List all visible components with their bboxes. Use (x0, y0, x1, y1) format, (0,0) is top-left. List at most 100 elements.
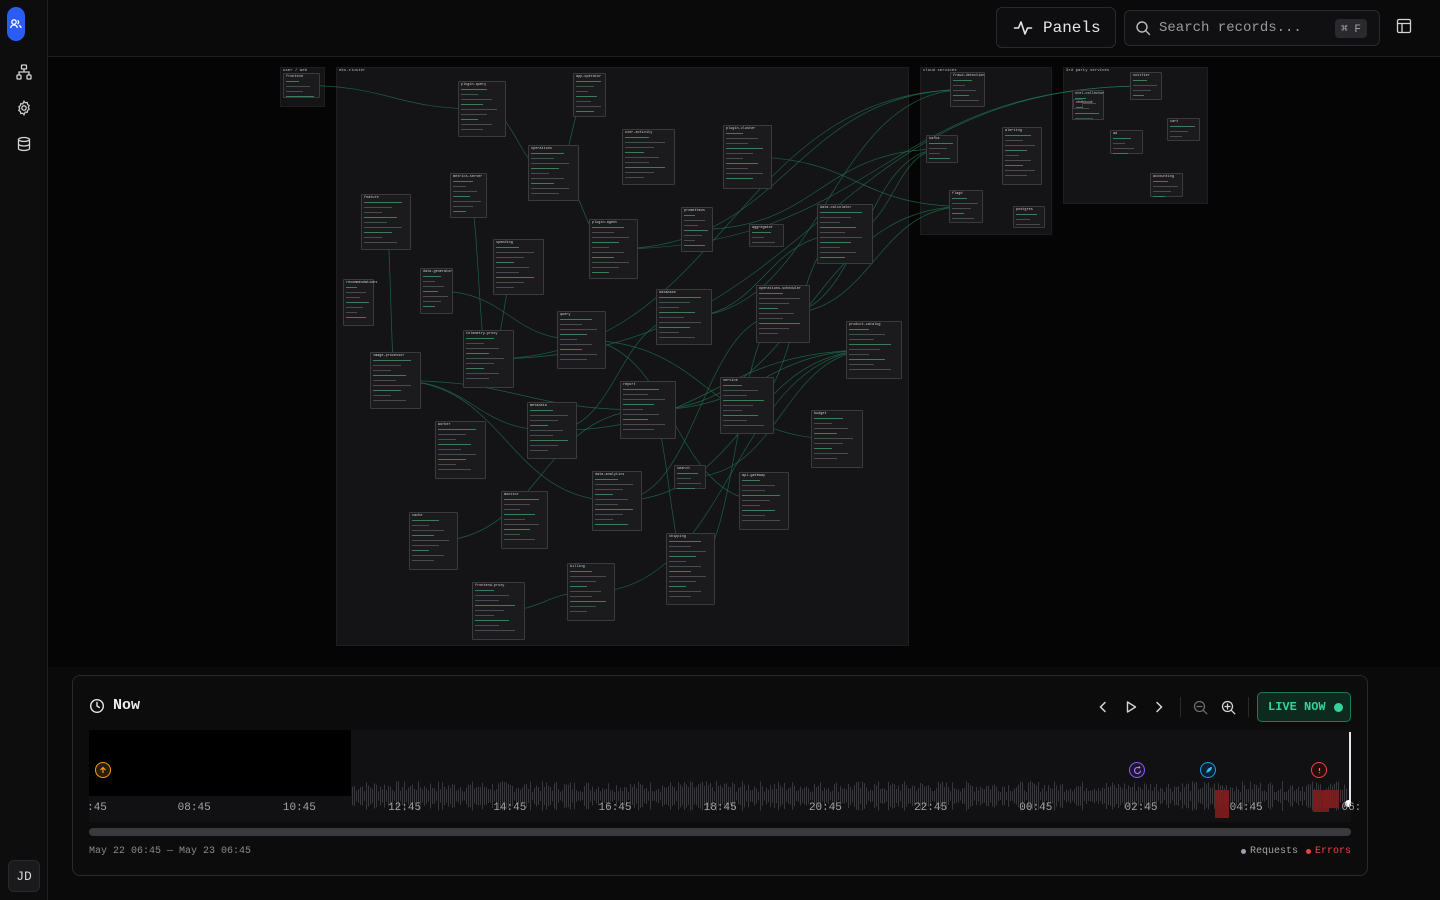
topology-nav-button[interactable] (14, 62, 34, 82)
play-icon (1126, 701, 1137, 713)
play-button[interactable] (1121, 697, 1141, 717)
settings-nav-button[interactable] (14, 98, 34, 118)
database-nav-button[interactable] (14, 134, 34, 154)
time-tick: 04:45 (1229, 802, 1263, 814)
service-node[interactable]: api-gateway (739, 472, 789, 530)
service-node[interactable]: ad (1110, 130, 1143, 154)
service-node[interactable]: recommendations (343, 279, 378, 326)
app-logo[interactable] (7, 7, 25, 41)
time-tick: 22:45 (914, 802, 948, 814)
service-node[interactable]: shipping (666, 533, 715, 605)
service-node[interactable]: kafka (926, 135, 958, 163)
service-node[interactable]: report (620, 381, 676, 439)
service-node[interactable]: flagd (949, 190, 983, 223)
service-node[interactable]: metrics-server (450, 173, 487, 218)
time-axis: :45 08:45 10:45 12:45 14:45 16:45 18:45 20:45 22… (87, 802, 1361, 816)
service-graph[interactable]: user / web eks-cluster cloud services 3rd p… (48, 57, 1440, 667)
service-node-label: otel-collector (1075, 92, 1105, 96)
service-node-label: postgres (1016, 208, 1033, 212)
service-node-label: kafka (929, 137, 940, 141)
service-node[interactable]: spending (493, 239, 544, 295)
topology-canvas[interactable]: user / web eks-cluster cloud services 3rd p… (48, 57, 1440, 667)
service-node[interactable]: image-processor (370, 352, 421, 409)
service-node[interactable]: plugin-query (458, 81, 506, 137)
step-back-button[interactable] (1093, 697, 1113, 717)
deploy-marker-icon[interactable] (95, 762, 111, 778)
sidebar: JD (0, 0, 48, 900)
step-forward-button[interactable] (1149, 697, 1169, 717)
service-node[interactable]: query (557, 311, 606, 369)
service-node[interactable]: data-analytics (592, 471, 642, 531)
search-box[interactable]: ⌘ F (1124, 10, 1380, 46)
service-node-label: metadata (530, 404, 547, 408)
service-node[interactable]: app-operator (573, 73, 606, 117)
service-node-label: notifier (1133, 74, 1150, 78)
legend-errors: Errors (1305, 846, 1351, 857)
search-input[interactable] (1159, 20, 1329, 36)
user-avatar[interactable]: JD (8, 860, 40, 892)
zoom-out-button[interactable] (1190, 697, 1210, 717)
time-tick: :45 (87, 802, 107, 814)
service-node-label: database (659, 291, 676, 295)
timeline-header: Now (89, 697, 140, 714)
panels-button[interactable]: Panels (996, 7, 1116, 48)
service-node[interactable]: plugin-agent (589, 219, 638, 279)
restart-marker-icon[interactable] (1129, 762, 1145, 778)
service-node[interactable]: data-generator (420, 268, 453, 314)
service-node[interactable]: cache (409, 512, 458, 570)
top-bar: Panels ⌘ F (48, 0, 1440, 57)
panels-label: Panels (1043, 18, 1101, 37)
service-node[interactable]: postgres (1013, 206, 1045, 228)
layout-icon (1396, 18, 1412, 34)
live-now-button[interactable]: LIVE NOW (1257, 692, 1351, 722)
service-node[interactable]: notifier (1130, 72, 1162, 100)
service-node[interactable]: data-calculator (817, 204, 873, 264)
service-node[interactable]: billing (567, 563, 615, 621)
service-node[interactable]: budget (811, 410, 863, 468)
time-range-label: May 22 06:45 — May 23 06:45 (89, 846, 252, 857)
service-node[interactable]: monitor (501, 491, 548, 549)
service-node[interactable]: frontend-proxy (472, 582, 525, 640)
zoom-in-button[interactable] (1218, 697, 1238, 717)
service-node[interactable]: alerting (1002, 127, 1042, 185)
service-node[interactable]: feature (361, 194, 411, 250)
service-node-label: user-activity (625, 131, 653, 135)
service-node[interactable]: service (720, 377, 774, 434)
service-node-label: accounting (1153, 175, 1175, 179)
gear-icon (18, 100, 30, 116)
service-node[interactable]: database (656, 289, 712, 345)
divider (1248, 697, 1249, 717)
service-node[interactable]: product-catalog (846, 321, 902, 379)
service-node[interactable]: search (674, 465, 706, 489)
service-node-label: telemetry-proxy (466, 332, 498, 336)
service-node[interactable]: plugin-cluster (723, 125, 772, 189)
service-node-label: shipping (669, 535, 686, 539)
live-indicator-dot (1333, 702, 1343, 712)
service-node[interactable]: aggregator (749, 224, 784, 247)
playhead[interactable] (1349, 732, 1351, 806)
error-marker-icon[interactable] (1311, 762, 1327, 778)
service-node-label: data-analytics (595, 473, 625, 477)
service-node[interactable]: operations (528, 145, 579, 201)
layout-toggle-button[interactable] (1396, 18, 1416, 38)
service-node[interactable]: telemetry-proxy (463, 330, 514, 388)
service-node[interactable]: accounting (1150, 173, 1183, 197)
time-tick: 20:45 (808, 802, 842, 814)
service-node-label: budget (814, 412, 827, 416)
alert-icon (1318, 767, 1320, 773)
service-node[interactable]: user-activity (622, 129, 675, 185)
service-node[interactable]: worker (435, 421, 486, 479)
clock-icon (89, 698, 105, 713)
release-marker-icon[interactable] (1200, 762, 1216, 778)
service-node[interactable]: fraud-detection (950, 72, 985, 107)
service-node[interactable]: cart (1167, 118, 1200, 141)
service-node[interactable]: frontend (283, 73, 320, 98)
service-node-label: monitor (504, 493, 519, 497)
time-tick: 14:45 (493, 802, 527, 814)
timeline-scrollbar[interactable] (89, 828, 1351, 836)
service-node[interactable]: metadata (527, 402, 577, 459)
service-node[interactable]: checkout (1073, 99, 1093, 109)
service-node[interactable]: prometheus (681, 207, 713, 252)
service-node-label: frontend (286, 75, 303, 79)
service-node[interactable]: operations-scheduler (756, 285, 810, 343)
